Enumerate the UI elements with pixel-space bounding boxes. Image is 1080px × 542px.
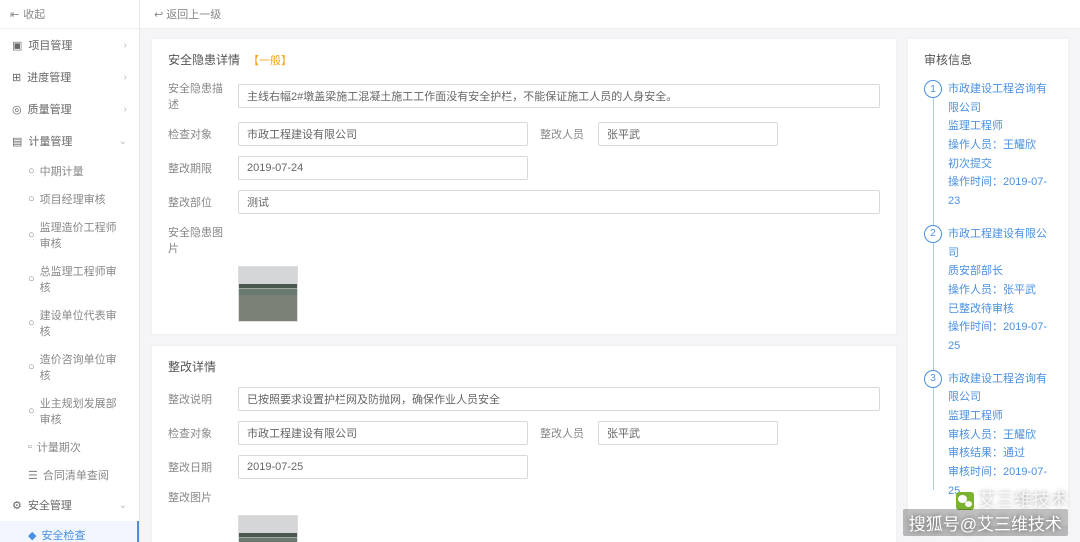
search-icon: ○ xyxy=(28,193,35,205)
chevron-right-icon: › xyxy=(124,40,127,51)
rectify-target-label: 检查对象 xyxy=(168,425,228,441)
audit-step-3: 3 市政建设工程咨询有限公司 监理工程师 审核人员：王耀欣 审核结果：通过 审核… xyxy=(948,370,1052,501)
step-org: 市政工程建设有限公司 xyxy=(948,225,1052,262)
watermark-sohu: 搜狐号@艾三维技术 xyxy=(903,509,1068,536)
search-icon: ○ xyxy=(28,273,35,285)
doc-icon: ▫ xyxy=(28,441,32,453)
chevron-down-icon: ⌄ xyxy=(119,500,127,511)
person-input[interactable] xyxy=(598,122,778,146)
hazard-detail-panel: 安全隐患详情 【一般】 安全隐患描述 检查对象 整改人员 整改期限 xyxy=(152,39,896,334)
submenu-midterm[interactable]: ○中期计量 xyxy=(0,157,139,185)
hazard-title: 安全隐患详情 【一般】 xyxy=(168,51,880,68)
step-operator: 操作人员：张平武 xyxy=(948,281,1052,300)
step-org: 市政建设工程咨询有限公司 xyxy=(948,80,1052,117)
search-icon: ○ xyxy=(28,317,35,329)
step-result: 审核结果：通过 xyxy=(948,444,1052,463)
search-icon: ○ xyxy=(28,229,35,241)
rectify-title: 整改详情 xyxy=(168,358,880,375)
rectify-date-input[interactable] xyxy=(238,455,528,479)
submenu-contract-list[interactable]: ☰合同清单查阅 xyxy=(0,461,139,489)
step-role: 监理工程师 xyxy=(948,117,1052,136)
person-label: 整改人员 xyxy=(538,126,588,142)
rectify-person-input[interactable] xyxy=(598,421,778,445)
hazard-image-thumb[interactable] xyxy=(238,266,298,322)
step-time: 操作时间：2019-07-25 xyxy=(948,318,1052,355)
step-role: 质安部部长 xyxy=(948,262,1052,281)
step-time: 操作时间：2019-07-23 xyxy=(948,173,1052,210)
rectify-date-label: 整改日期 xyxy=(168,459,228,475)
deadline-label: 整改期限 xyxy=(168,160,228,176)
sidebar-item-project[interactable]: ▣项目管理 › xyxy=(0,29,139,61)
sidebar-item-safety[interactable]: ⚙安全管理 ⌄ xyxy=(0,489,139,521)
hazard-image-label: 安全隐患图片 xyxy=(168,224,228,256)
chevron-down-icon: ⌄ xyxy=(119,136,127,147)
sidebar: ⇤ 收起 ▣项目管理 › ⊞进度管理 › ◎质量管理 › ▤计量管理 ⌄ ○中期… xyxy=(0,0,140,542)
severity-tag: 【一般】 xyxy=(248,52,292,68)
submenu-pm-audit[interactable]: ○项目经理审核 xyxy=(0,185,139,213)
step-status: 初次提交 xyxy=(948,155,1052,174)
position-input[interactable] xyxy=(238,190,880,214)
submenu-measure-period[interactable]: ▫计量期次 xyxy=(0,433,139,461)
chevron-right-icon: › xyxy=(124,72,127,83)
measure-icon: ▤ xyxy=(12,135,22,148)
rectify-desc-label: 整改说明 xyxy=(168,391,228,407)
collapse-icon: ⇤ xyxy=(10,8,19,21)
audit-step-1: 1 市政建设工程咨询有限公司 监理工程师 操作人员：王耀欣 初次提交 操作时间：… xyxy=(948,80,1052,211)
step-number-icon: 2 xyxy=(924,225,942,243)
step-org: 市政建设工程咨询有限公司 xyxy=(948,370,1052,407)
rectify-image-thumb[interactable] xyxy=(238,515,298,542)
quality-icon: ◎ xyxy=(12,103,22,116)
back-button[interactable]: ↩ 返回上一级 xyxy=(154,6,221,22)
submenu-safety-check[interactable]: ◆安全检查 xyxy=(0,521,139,542)
step-operator: 审核人员：王耀欣 xyxy=(948,426,1052,445)
rectify-image-label: 整改图片 xyxy=(168,489,228,505)
rectify-target-input[interactable] xyxy=(238,421,528,445)
collapse-label: 收起 xyxy=(23,6,45,22)
rectify-desc-input[interactable] xyxy=(238,387,880,411)
list-icon: ☰ xyxy=(28,469,38,482)
target-input[interactable] xyxy=(238,122,528,146)
submenu-chief-supervisor[interactable]: ○总监理工程师审核 xyxy=(0,257,139,301)
search-icon: ○ xyxy=(28,405,35,417)
step-operator: 操作人员：王耀欣 xyxy=(948,136,1052,155)
progress-icon: ⊞ xyxy=(12,71,21,84)
position-label: 整改部位 xyxy=(168,194,228,210)
chevron-right-icon: › xyxy=(124,104,127,115)
desc-label: 安全隐患描述 xyxy=(168,80,228,112)
shield-icon: ◆ xyxy=(28,529,36,542)
audit-step-2: 2 市政工程建设有限公司 质安部部长 操作人员：张平武 已整改待审核 操作时间：… xyxy=(948,225,1052,356)
step-number-icon: 3 xyxy=(924,370,942,388)
search-icon: ○ xyxy=(28,361,35,373)
rectify-person-label: 整改人员 xyxy=(538,425,588,441)
sidebar-item-measure[interactable]: ▤计量管理 ⌄ xyxy=(0,125,139,157)
topbar: ↩ 返回上一级 xyxy=(140,0,1080,29)
search-icon: ○ xyxy=(28,165,35,177)
audit-timeline: 1 市政建设工程咨询有限公司 监理工程师 操作人员：王耀欣 初次提交 操作时间：… xyxy=(924,80,1052,500)
sidebar-item-quality[interactable]: ◎质量管理 › xyxy=(0,93,139,125)
audit-panel: 审核信息 1 市政建设工程咨询有限公司 监理工程师 操作人员：王耀欣 初次提交 … xyxy=(908,39,1068,526)
audit-title: 审核信息 xyxy=(924,51,1052,68)
target-label: 检查对象 xyxy=(168,126,228,142)
wechat-icon xyxy=(956,492,974,510)
project-icon: ▣ xyxy=(12,39,22,52)
step-role: 监理工程师 xyxy=(948,407,1052,426)
rectify-panel: 整改详情 整改说明 检查对象 整改人员 整改日期 xyxy=(152,346,896,542)
submenu-cost-consult[interactable]: ○造价咨询单位审核 xyxy=(0,345,139,389)
main-content: ↩ 返回上一级 安全隐患详情 【一般】 安全隐患描述 检查对象 xyxy=(140,0,1080,542)
safety-icon: ⚙ xyxy=(12,499,22,512)
deadline-input[interactable] xyxy=(238,156,528,180)
step-number-icon: 1 xyxy=(924,80,942,98)
sidebar-item-progress[interactable]: ⊞进度管理 › xyxy=(0,61,139,93)
sidebar-collapse[interactable]: ⇤ 收起 xyxy=(0,0,139,29)
submenu-owner-rep[interactable]: ○建设单位代表审核 xyxy=(0,301,139,345)
submenu-supervisor-cost[interactable]: ○监理造价工程师审核 xyxy=(0,213,139,257)
desc-input[interactable] xyxy=(238,84,880,108)
submenu-owner-plan[interactable]: ○业主规划发展部审核 xyxy=(0,389,139,433)
step-status: 已整改待审核 xyxy=(948,300,1052,319)
